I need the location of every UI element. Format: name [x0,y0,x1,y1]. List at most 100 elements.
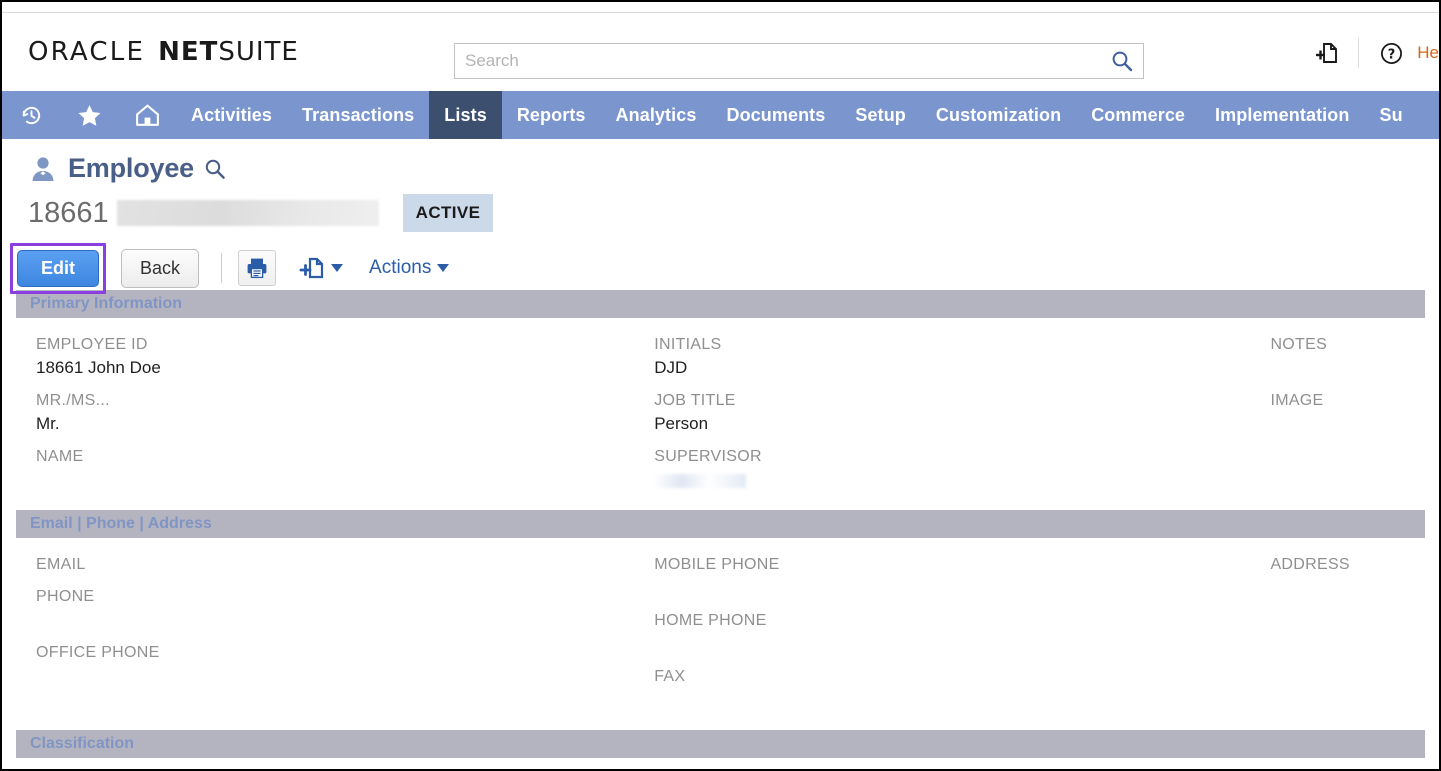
contact-column-3: ADDRESS [1250,554,1425,722]
field-home-phone: HOME PHONE [654,610,1250,656]
field-label: MOBILE PHONE [654,554,1250,576]
field-label: ADDRESS [1270,554,1425,576]
field-job-title: JOB TITLE Person [654,390,1250,436]
primary-column-1: EMPLOYEE ID 18661 John Doe MR./MS... Mr.… [16,334,634,502]
help-button[interactable]: ? [1371,35,1411,71]
field-supervisor: SUPERVISOR [654,446,1250,492]
field-label: PHONE [36,586,634,608]
svg-text:?: ? [1387,47,1395,62]
record-header: Employee 18661 ACTIVE [2,139,1439,234]
nav-item-documents[interactable]: Documents [711,91,840,139]
nav-item-commerce[interactable]: Commerce [1076,91,1200,139]
nav-item-activities[interactable]: Activities [176,91,287,139]
section-body-primary-information: EMPLOYEE ID 18661 John Doe MR./MS... Mr.… [16,318,1425,510]
record-id: 18661 [28,197,109,230]
back-button[interactable]: Back [121,249,199,288]
primary-column-3: NOTES IMAGE [1250,334,1425,502]
actions-label: Actions [369,257,431,279]
logo-net-text: NET [158,37,218,67]
field-label: OFFICE PHONE [36,642,634,664]
field-address: ADDRESS [1270,554,1425,600]
record-name-redacted [117,200,379,226]
section-header-email-phone-address[interactable]: Email | Phone | Address [16,510,1425,538]
field-label: JOB TITLE [654,390,1250,412]
new-record-dropdown-button[interactable] [298,254,343,282]
nav-item-implementation[interactable]: Implementation [1200,91,1364,139]
contact-column-1: EMAIL PHONE OFFICE PHONE [16,554,634,722]
field-label: SUPERVISOR [654,446,1250,468]
nav-item-support[interactable]: Su [1364,91,1417,139]
field-label: IMAGE [1270,390,1425,412]
field-phone: PHONE [36,586,634,632]
print-button[interactable] [238,250,276,286]
employee-avatar-icon [28,154,58,184]
field-value [36,664,634,688]
field-value [1270,356,1425,380]
field-mr-ms: MR./MS... Mr. [36,390,634,436]
field-label: NOTES [1270,334,1425,356]
recent-history-button[interactable] [2,91,60,139]
section-header-primary-information[interactable]: Primary Information [16,290,1425,318]
section-title: Classification [30,735,134,753]
chevron-down-icon [331,264,343,272]
page-title: Employee [68,153,194,184]
nav-item-analytics[interactable]: Analytics [601,91,712,139]
field-notes: NOTES [1270,334,1425,380]
field-email: EMAIL [36,554,634,576]
nav-item-customization[interactable]: Customization [921,91,1076,139]
logo-oracle-text: ORACLE [28,37,145,67]
favorites-button[interactable] [60,91,118,139]
section-title: Email | Phone | Address [30,515,212,533]
field-value: 18661 John Doe [36,356,634,380]
nav-item-reports[interactable]: Reports [502,91,601,139]
field-label: EMPLOYEE ID [36,334,634,356]
new-document-icon [1313,40,1339,66]
edit-button[interactable]: Edit [17,250,99,287]
contact-column-2: MOBILE PHONE HOME PHONE FAX [634,554,1250,722]
printer-icon [245,256,269,280]
field-initials: INITIALS DJD [654,334,1250,380]
record-title-row: Employee [28,153,1439,184]
field-value [36,608,634,632]
global-search [454,43,1144,79]
field-mobile-phone: MOBILE PHONE [654,554,1250,600]
recent-history-icon [19,103,44,128]
netsuite-logo[interactable]: ORACLE NET SUITE [28,37,299,67]
field-fax: FAX [654,666,1250,712]
field-value [654,688,1250,712]
field-label: HOME PHONE [654,610,1250,632]
chevron-down-icon [437,264,449,272]
section-title: Primary Information [30,295,182,313]
field-name: NAME [36,446,634,492]
create-new-record-button[interactable] [1306,35,1346,71]
field-office-phone: OFFICE PHONE [36,642,634,688]
favorites-star-icon [76,102,103,129]
field-label: FAX [654,666,1250,688]
field-label: EMAIL [36,554,634,576]
nav-item-setup[interactable]: Setup [840,91,921,139]
search-input[interactable] [455,45,1101,77]
main-navigation-bar: Activities Transactions Lists Reports An… [2,91,1439,139]
field-value [1270,576,1425,600]
logo-suite-text: SUITE [218,37,299,67]
actions-dropdown[interactable]: Actions [369,257,449,279]
section-header-classification[interactable]: Classification [16,730,1425,758]
browser-window: ORACLE NET SUITE [0,0,1441,771]
field-value: Mr. [36,412,634,436]
section-body-classification: DEPARTMENT LOCATION BILLING CLASS [16,758,1425,771]
search-icon [1111,50,1133,72]
nav-item-lists[interactable]: Lists [429,91,502,139]
nav-item-transactions[interactable]: Transactions [287,91,429,139]
field-value [654,468,1250,492]
masthead-right-actions: ? He [1306,35,1439,71]
home-button[interactable] [118,91,176,139]
field-label: INITIALS [654,334,1250,356]
record-identity-row: 18661 ACTIVE [28,192,1439,234]
record-search-icon [204,158,226,180]
search-submit-button[interactable] [1101,44,1143,78]
supervisor-value-redacted [654,474,746,488]
field-value: Person [654,412,1250,436]
help-label[interactable]: He [1417,43,1439,63]
home-icon [134,102,161,129]
masthead: ORACLE NET SUITE [2,13,1439,91]
